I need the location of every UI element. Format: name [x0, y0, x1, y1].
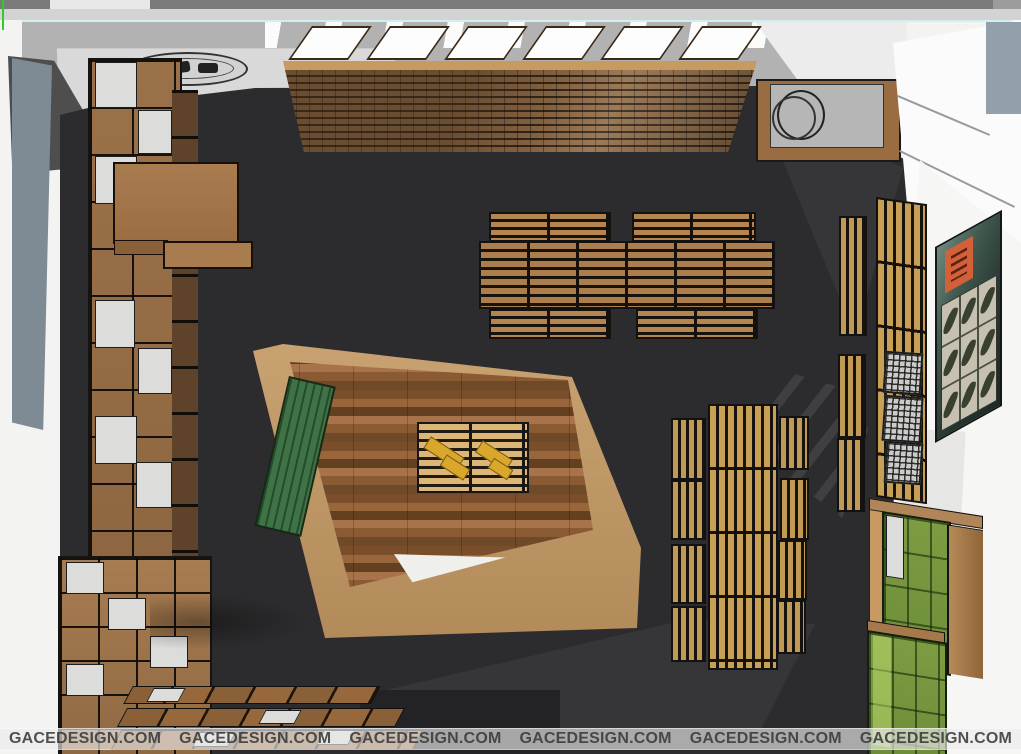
slatted-bench [636, 309, 758, 339]
slatted-stool [671, 480, 706, 540]
slatted-stool [778, 540, 807, 600]
poster-seal-marks [951, 247, 967, 282]
top-outer-bar [0, 0, 1021, 9]
watermark-text: GACEDESIGN.COM [851, 730, 1021, 748]
shelf-box-white [108, 598, 146, 630]
shelf-box-white [95, 62, 137, 108]
slatted-bench [632, 212, 756, 242]
slatted-stool [837, 438, 865, 512]
shelf-box-white [95, 300, 135, 348]
shelf-floor-shadow [150, 594, 310, 650]
slatted-stool [780, 478, 809, 540]
watermark-bar: GACEDESIGN.COM GACEDESIGN.COM GACEDESIGN… [0, 728, 1021, 750]
wood-desk-lip [114, 240, 168, 255]
wall-poster [935, 210, 1002, 443]
shelf-box-white [95, 416, 137, 464]
shelf-box-white [136, 462, 172, 508]
shelf-box-white [138, 348, 172, 394]
poster-orange-seal [945, 236, 973, 294]
slatted-stool [838, 354, 866, 438]
watermark-text: GACEDESIGN.COM [340, 730, 510, 748]
mesh-basket [884, 441, 924, 485]
appliance-drum-circle-2 [772, 96, 816, 140]
slatted-stool [779, 416, 809, 470]
entrance-blue-panel [986, 22, 1021, 114]
slatted-stool [671, 606, 706, 662]
slatted-stool [777, 600, 806, 654]
watermark-text: GACEDESIGN.COM [170, 730, 340, 748]
slatted-table-vertical [708, 404, 778, 670]
slatted-wood-screen [283, 57, 757, 152]
axis-line-green [2, 0, 4, 30]
left-blue-gray-wall [12, 58, 52, 430]
render-canvas: GACEDESIGN.COM GACEDESIGN.COM GACEDESIGN… [0, 0, 1021, 754]
platform-reading-table [417, 422, 529, 493]
table-seat-right [198, 63, 218, 73]
cabinet-wood-side [947, 524, 983, 679]
mesh-basket [883, 351, 924, 396]
watermark-text: GACEDESIGN.COM [681, 730, 851, 748]
wood-desk [113, 162, 239, 244]
shelf-box-white [66, 562, 104, 594]
slatted-stool [671, 418, 706, 480]
display-box-white [258, 710, 301, 724]
shelf-box-white [138, 110, 172, 154]
poster-print [942, 381, 959, 430]
poster-print-grid [941, 275, 997, 432]
wood-desk-return [163, 241, 253, 269]
slatted-table-large [479, 241, 775, 309]
poster-print [961, 371, 978, 420]
mesh-basket [881, 395, 923, 444]
slatted-stool [839, 216, 867, 336]
poster-print [979, 360, 996, 409]
slatted-bench [489, 309, 611, 339]
watermark-text: GACEDESIGN.COM [511, 730, 681, 748]
slatted-stool [671, 544, 706, 604]
cabinet-white-door [886, 515, 904, 580]
top-outer-bar-light-segment [50, 0, 150, 9]
watermark-text: GACEDESIGN.COM [0, 730, 170, 748]
slatted-bench [489, 212, 611, 242]
screen-lattice [283, 70, 757, 152]
top-outer-band [0, 9, 1021, 20]
shelf-box-white [66, 664, 104, 696]
